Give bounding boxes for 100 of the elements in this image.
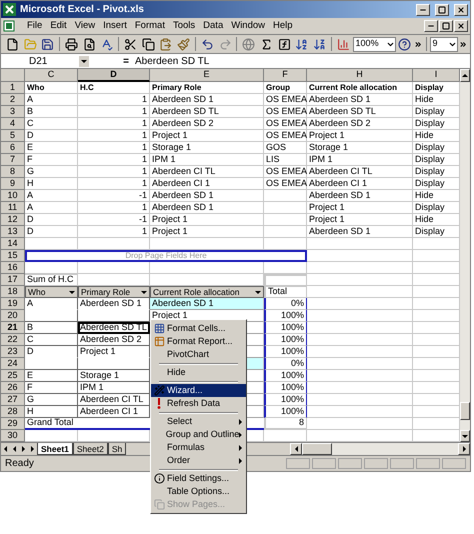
row-header[interactable]: 28 [1,406,25,418]
row-header[interactable]: 6 [1,142,25,154]
menu-item[interactable]: PivotChart [151,348,246,361]
table-cell: IPM 1 [150,154,264,166]
table-cell: Aberdeen CI TL [150,166,264,178]
row-header[interactable]: 19 [1,298,25,310]
row-header[interactable]: 29 [1,418,25,430]
menu-item[interactable]: Help [269,18,297,34]
empty-cell [264,226,307,238]
row-header[interactable]: 20 [1,310,25,322]
column-header[interactable]: F [264,69,307,82]
row-header[interactable]: 11 [1,202,25,214]
menu-item[interactable]: Format Report... [151,335,246,348]
table-cell: A [25,202,78,214]
table-cell: A [25,298,78,310]
scroll-down-button[interactable] [460,430,470,442]
row-header[interactable]: 9 [1,178,25,190]
row-header[interactable]: 14 [1,238,25,250]
row-header[interactable]: 3 [1,106,25,118]
row-header[interactable]: 15 [1,250,25,262]
horizontal-scrollbar[interactable] [290,443,470,455]
menu-item[interactable]: Data [199,18,228,34]
menu-item[interactable]: Window [227,18,270,34]
table-cell: OS EMEA [264,94,307,106]
row-header[interactable]: 18 [1,286,25,298]
menu-item[interactable]: Field Settings... [151,472,246,485]
column-header[interactable]: D [78,69,150,82]
dropdown-button[interactable] [79,56,89,66]
row-header[interactable]: 21 [1,322,25,334]
pivot-field-button[interactable]: Who [25,286,78,298]
table-cell: Aberdeen SD TL [150,106,264,118]
formula-field[interactable]: Aberdeen SD TL [135,54,468,68]
row-header[interactable]: 24 [1,358,25,370]
table-cell: Aberdeen SD 1 [307,190,413,202]
menu-item[interactable]: View [70,18,100,34]
menu-item[interactable]: Select [151,415,246,428]
row-header[interactable]: 27 [1,394,25,406]
menu-item[interactable]: Group and Outline [151,428,246,441]
sheet-tab[interactable]: Sheet1 [37,443,73,455]
row-header[interactable]: 30 [1,430,25,442]
menu-item[interactable]: Wizard... [151,384,246,397]
table-cell: C [25,334,78,346]
sheet-tab[interactable]: Sh [108,443,126,455]
pivot-field-button[interactable]: Current Role allocation [150,286,264,298]
vertical-scrollbar[interactable] [460,69,470,442]
menu-item[interactable]: Refresh Data [151,397,246,410]
menu-item[interactable]: Insert [99,18,131,34]
menu-item[interactable]: Format Cells... [151,322,246,335]
row-header[interactable]: 23 [1,346,25,358]
empty-cell [264,430,307,442]
close-button[interactable] [454,20,468,32]
scroll-left-button[interactable] [290,443,302,455]
more-tools-icon[interactable] [414,40,423,48]
scroll-thumb[interactable] [460,402,470,420]
menu-item[interactable]: File [23,18,46,34]
row-header[interactable]: 8 [1,166,25,178]
minimize-button[interactable] [416,4,430,16]
row-header[interactable]: 10 [1,190,25,202]
row-header[interactable]: 26 [1,382,25,394]
menu-item[interactable]: Format [130,18,169,34]
row-header[interactable]: 17 [1,274,25,286]
scroll-up-button[interactable] [460,69,470,82]
down-arrow-icon [462,434,468,438]
restore-button[interactable] [439,20,453,32]
row-header[interactable]: 7 [1,154,25,166]
menu-item[interactable]: Edit [46,18,71,34]
scroll-thumb[interactable] [302,443,332,455]
table-cell: C [25,118,78,130]
menu-item[interactable]: Order [151,454,246,467]
more-tools-icon[interactable] [458,40,468,48]
close-button[interactable] [454,4,468,16]
menu-item[interactable]: Table Options... [151,485,246,498]
row-header[interactable]: 2 [1,94,25,106]
pivot-field-button[interactable]: Primary Role [78,286,150,298]
row-header[interactable]: 22 [1,334,25,346]
sheet-tab[interactable]: Sheet2 [72,443,108,455]
column-header[interactable]: H [307,69,413,82]
table-cell: 100% [264,370,307,382]
menu-item[interactable]: Hide [151,366,246,379]
menu-item[interactable]: Tools [168,18,200,34]
submenu-arrow-icon [239,458,242,464]
table-cell: Project 1 [307,202,413,214]
row-header[interactable]: 25 [1,370,25,382]
submenu-arrow-icon [239,418,242,424]
column-header[interactable]: E [150,69,264,82]
row-header[interactable]: 12 [1,214,25,226]
chart-icon [336,38,350,50]
row-header[interactable]: 13 [1,226,25,238]
previous-sheet-icon [13,446,16,452]
table-cell: G [25,394,78,406]
row-header[interactable]: 16 [1,262,25,274]
row-header[interactable]: 4 [1,118,25,130]
zoom-combo[interactable]: 100% [352,36,396,52]
scroll-right-button[interactable] [458,443,470,455]
font-size-combo[interactable]: 9 [430,36,458,52]
menu-item[interactable]: Formulas [151,441,246,454]
row-header[interactable]: 1 [1,82,25,94]
minimize-button[interactable] [424,20,438,32]
maximize-button[interactable] [435,4,449,16]
row-header[interactable]: 5 [1,130,25,142]
